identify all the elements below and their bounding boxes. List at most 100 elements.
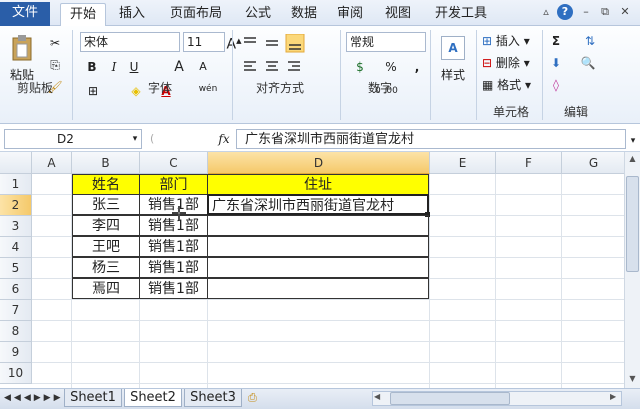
cell-addr[interactable] — [207, 257, 429, 278]
font-name-select[interactable]: 宋体 — [80, 32, 180, 52]
row-header[interactable]: 5 — [0, 258, 32, 279]
delete-cells-button[interactable]: ⊟ 删除 ▾ — [482, 54, 540, 72]
group-label-alignment: 对齐方式 — [255, 81, 304, 95]
cell-dept[interactable]: 销售1部 — [139, 278, 208, 299]
tab-home[interactable]: 开始 — [60, 3, 106, 26]
insert-sheet-icon[interactable]: ⎙ — [248, 391, 264, 405]
scroll-up-icon[interactable]: ▲ — [627, 154, 638, 166]
row-header[interactable]: 9 — [0, 342, 32, 363]
row-header[interactable]: 6 — [0, 279, 32, 300]
paste-icon[interactable] — [8, 34, 36, 64]
scroll-down-icon[interactable]: ▼ — [627, 374, 638, 386]
row-header[interactable]: 7 — [0, 300, 32, 321]
minimize-icon[interactable]: – — [578, 4, 594, 20]
borders-icon[interactable]: ⊞ — [84, 82, 102, 100]
column-header[interactable]: E — [430, 152, 496, 174]
cell-d1[interactable]: 住址 — [207, 174, 429, 195]
format-cells-button[interactable]: ▦ 格式 ▾ — [482, 76, 540, 94]
tab-developer[interactable]: 开发工具 — [426, 3, 496, 26]
find-select-icon[interactable]: 🔍 — [578, 54, 598, 72]
cell-name[interactable]: 李四 — [72, 215, 140, 236]
number-format-select[interactable]: 常规 — [346, 32, 426, 52]
column-header[interactable]: G — [562, 152, 624, 174]
column-header[interactable]: A — [32, 152, 72, 174]
tab-formulas[interactable]: 公式 — [240, 3, 276, 26]
cell-b1[interactable]: 姓名 — [72, 174, 140, 195]
fill-icon[interactable]: ⬇ — [548, 54, 564, 72]
styles-icon[interactable]: A — [441, 36, 465, 60]
autosum-button[interactable]: Σ — [548, 32, 564, 50]
tab-insert[interactable]: 插入 — [112, 3, 152, 26]
close-icon[interactable]: ✕ — [617, 4, 633, 20]
collapse-ribbon-icon[interactable]: ▵ — [538, 4, 554, 20]
percent-button[interactable]: % — [384, 58, 398, 76]
cell-addr[interactable] — [207, 215, 429, 236]
formula-input[interactable]: 广东省深圳市西丽街道官龙村 — [236, 129, 626, 149]
phonetic-button[interactable]: wén — [198, 80, 218, 98]
help-icon[interactable]: ? — [557, 4, 573, 20]
cell-addr-selected[interactable]: 广东省深圳市西丽街道官龙村 — [207, 194, 429, 215]
tab-page-layout[interactable]: 页面布局 — [160, 3, 232, 26]
group-separator — [340, 30, 341, 120]
group-label-font: 字体 — [147, 81, 172, 95]
clear-icon[interactable]: ◊ — [548, 76, 564, 94]
currency-icon[interactable]: $ — [350, 58, 370, 76]
row-header[interactable]: 4 — [0, 237, 32, 258]
cell-addr[interactable] — [207, 236, 429, 257]
comma-button[interactable]: , — [412, 58, 422, 76]
horizontal-scroll-thumb[interactable] — [390, 392, 510, 405]
restore-icon[interactable]: ⧉ — [597, 4, 613, 20]
name-box[interactable]: D2 — [4, 129, 142, 149]
font-size-select[interactable]: 11 — [183, 32, 225, 52]
row-header[interactable]: 2 — [0, 195, 32, 216]
worksheet-grid[interactable]: A B C D E F G 1 2 3 4 5 6 7 8 9 10 姓名 部门… — [0, 152, 624, 388]
group-label-clipboard: 剪贴板 — [16, 81, 53, 95]
column-header[interactable]: D — [208, 152, 430, 174]
insert-function-button[interactable]: fx — [214, 130, 234, 148]
grid-line — [495, 174, 496, 388]
italic-button[interactable]: I — [106, 58, 122, 76]
sheet-tab[interactable]: Sheet1 — [64, 389, 122, 407]
group-label-number: 数字 — [367, 81, 392, 95]
cut-icon[interactable]: ✂ — [46, 34, 64, 52]
styles-button[interactable]: 样式 — [434, 66, 472, 84]
sheet-nav-icons[interactable]: ◀◀◀▶▶▶ — [4, 390, 62, 406]
scroll-right-icon[interactable]: ▶ — [610, 392, 622, 401]
scroll-left-icon[interactable]: ◀ — [374, 392, 386, 401]
column-header[interactable]: B — [72, 152, 140, 174]
tab-review[interactable]: 审阅 — [332, 3, 368, 26]
column-header[interactable]: C — [140, 152, 208, 174]
sheet-tab[interactable]: Sheet3 — [184, 389, 242, 407]
formula-bar-splitter[interactable]: ( — [150, 130, 220, 148]
cell-name[interactable]: 王吧 — [72, 236, 140, 257]
column-header[interactable]: F — [496, 152, 562, 174]
scroll-thumb[interactable] — [626, 176, 639, 272]
sort-filter-icon[interactable]: ⇅ — [580, 32, 600, 50]
underline-button[interactable]: U — [126, 58, 142, 76]
expand-formula-icon[interactable]: ▾ — [628, 132, 638, 150]
tab-view[interactable]: 视图 — [380, 3, 416, 26]
cell-c1[interactable]: 部门 — [139, 174, 208, 195]
select-all-corner[interactable] — [0, 152, 32, 174]
row-header[interactable]: 1 — [0, 174, 32, 195]
cell-dept[interactable]: 销售1部 — [139, 257, 208, 278]
group-label-editing: 编辑 — [563, 105, 588, 119]
name-box-dropdown-icon[interactable]: ▾ — [130, 130, 140, 148]
tab-data[interactable]: 数据 — [286, 3, 322, 26]
cell-name[interactable]: 焉四 — [72, 278, 140, 299]
row-header[interactable]: 3 — [0, 216, 32, 237]
sheet-tab-active[interactable]: Sheet2 — [124, 389, 182, 407]
group-separator — [542, 30, 543, 120]
cell-dept[interactable]: 销售1部 — [139, 236, 208, 257]
copy-icon[interactable]: ⎘ — [46, 56, 64, 74]
increase-font-button[interactable]: A — [172, 58, 186, 76]
cell-name[interactable]: 张三 — [72, 194, 140, 215]
cell-addr[interactable] — [207, 278, 429, 299]
bold-button[interactable]: B — [84, 58, 100, 76]
row-header[interactable]: 10 — [0, 363, 32, 384]
row-header[interactable]: 8 — [0, 321, 32, 342]
insert-cells-button[interactable]: ⊞ 插入 ▾ — [482, 32, 540, 50]
decrease-font-button[interactable]: A — [196, 58, 210, 76]
cell-name[interactable]: 杨三 — [72, 257, 140, 278]
tab-file[interactable]: 文件 — [0, 2, 50, 26]
